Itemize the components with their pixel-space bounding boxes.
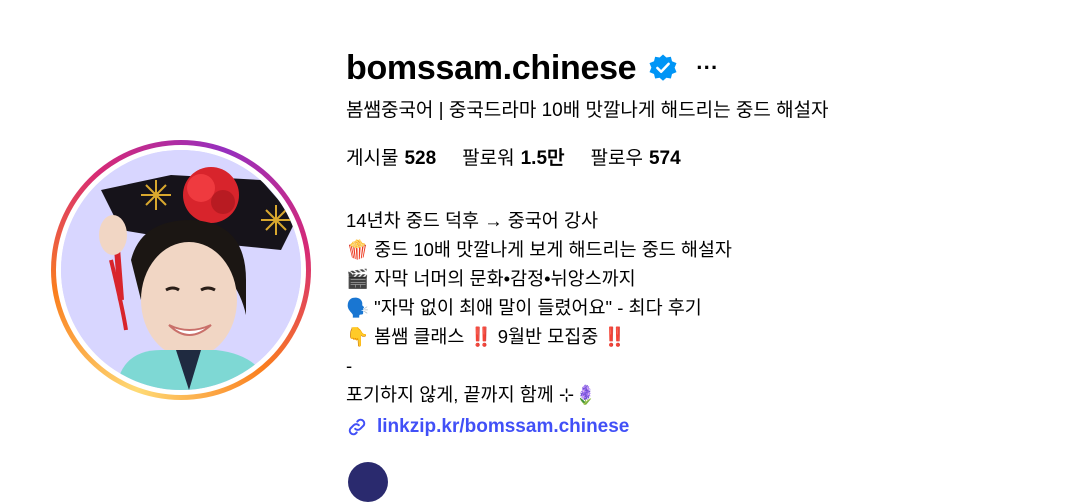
username: bomssam.chinese — [346, 48, 637, 87]
posts-value: 528 — [404, 148, 437, 169]
avatar-ring-gap — [56, 145, 306, 395]
avatar-illustration — [61, 150, 301, 390]
followers-label: 팔로워 — [462, 148, 515, 169]
full-name: 봄쌤중국어 | 중국드라마 10배 맛깔나게 해드리는 중드 해설자 — [346, 100, 829, 121]
more-options-icon[interactable]: ··· — [696, 57, 718, 79]
verified-badge-icon — [648, 53, 678, 83]
bio-line: - — [346, 355, 353, 376]
double-exclamation-icon: ‼️ — [603, 326, 627, 347]
bio-line: 포기하지 않게, 끝까지 함께 ⊹🪻 — [346, 384, 598, 405]
profile-link-text[interactable]: linkzip.kr/bomssam.chinese — [377, 412, 629, 441]
bio: 14년차 중드 덕후 → 중국어 강사 🍿 중드 10배 맛깔나게 보게 해드리… — [346, 206, 1046, 441]
avatar[interactable] — [61, 150, 301, 390]
double-exclamation-icon: ‼️ — [469, 326, 493, 347]
profile-stats: 게시물 528 팔로워 1.5만 팔로우 574 — [346, 146, 1046, 172]
profile-header: bomssam.chinese ··· 봄쌤중국어 | 중국드라마 10배 맛깔… — [346, 44, 1046, 441]
link-icon — [346, 416, 368, 438]
bio-line: 🗣️ "자막 없이 최애 말이 들렸어요" - 최다 후기 — [346, 297, 702, 318]
highlight-avatar[interactable] — [348, 462, 388, 502]
following-value: 574 — [648, 148, 681, 169]
followers-count[interactable]: 팔로워 1.5만 — [462, 146, 564, 172]
posts-label: 게시물 — [346, 148, 399, 169]
avatar-story-ring[interactable] — [51, 140, 311, 400]
bio-line: 🍿 중드 10배 맛깔나게 보게 해드리는 중드 해설자 — [346, 239, 732, 260]
bio-text: 9월반 모집중 — [492, 326, 604, 347]
followers-value: 1.5만 — [520, 148, 565, 169]
bio-line: 🎬 자막 너머의 문화•감정•뉘앙스까지 — [346, 268, 636, 289]
profile-title-row: bomssam.chinese ··· — [346, 44, 1046, 92]
profile-link[interactable]: linkzip.kr/bomssam.chinese — [346, 412, 1046, 441]
bio-line: 👇 봄쌤 클래스 ‼️ 9월반 모집중 ‼️ — [346, 322, 1046, 351]
bio-text: 👇 봄쌤 클래스 — [346, 326, 470, 347]
bio-line: 14년차 중드 덕후 → 중국어 강사 — [346, 210, 598, 231]
following-label: 팔로우 — [590, 148, 643, 169]
posts-count[interactable]: 게시물 528 — [346, 146, 436, 172]
following-count[interactable]: 팔로우 574 — [591, 146, 681, 172]
